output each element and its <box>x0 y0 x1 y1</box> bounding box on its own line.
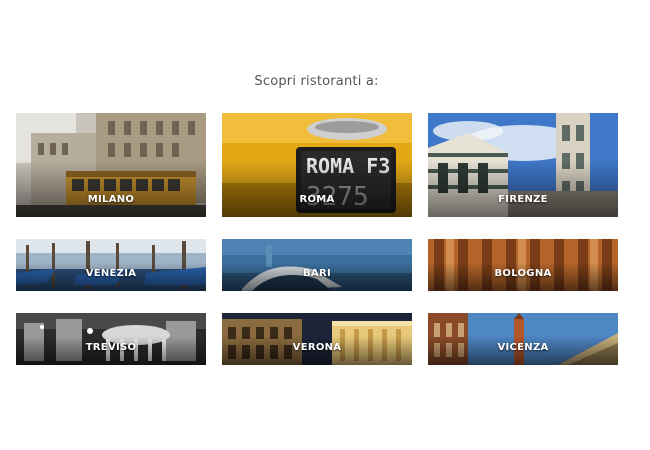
city-label: BARI <box>303 268 331 279</box>
city-label: MILANO <box>87 194 135 205</box>
city-tile-bari[interactable]: BARI <box>222 239 412 291</box>
city-label: VICENZA <box>497 342 549 353</box>
city-tile-roma[interactable]: ROMA F3 3275 ROMA <box>222 113 412 217</box>
city-tile-treviso[interactable]: TREVISO <box>16 313 206 365</box>
city-label: TREVISO <box>85 342 137 353</box>
city-label: ROMA <box>299 194 335 205</box>
city-label: BOLOGNA <box>494 268 552 279</box>
city-label: VERONA <box>292 342 342 353</box>
city-tile-milano[interactable]: MILANO <box>16 113 206 217</box>
city-label: VENEZIA <box>85 268 137 279</box>
city-tile-firenze[interactable]: FIRENZE <box>428 113 618 217</box>
city-tile-vicenza[interactable]: VICENZA <box>428 313 618 365</box>
city-tile-bologna[interactable]: BOLOGNA <box>428 239 618 291</box>
page-heading: Scopri ristoranti a: <box>254 74 379 89</box>
city-label: FIRENZE <box>498 194 548 205</box>
city-tile-venezia[interactable]: VENEZIA <box>16 239 206 291</box>
city-tile-verona[interactable]: VERONA <box>222 313 412 365</box>
